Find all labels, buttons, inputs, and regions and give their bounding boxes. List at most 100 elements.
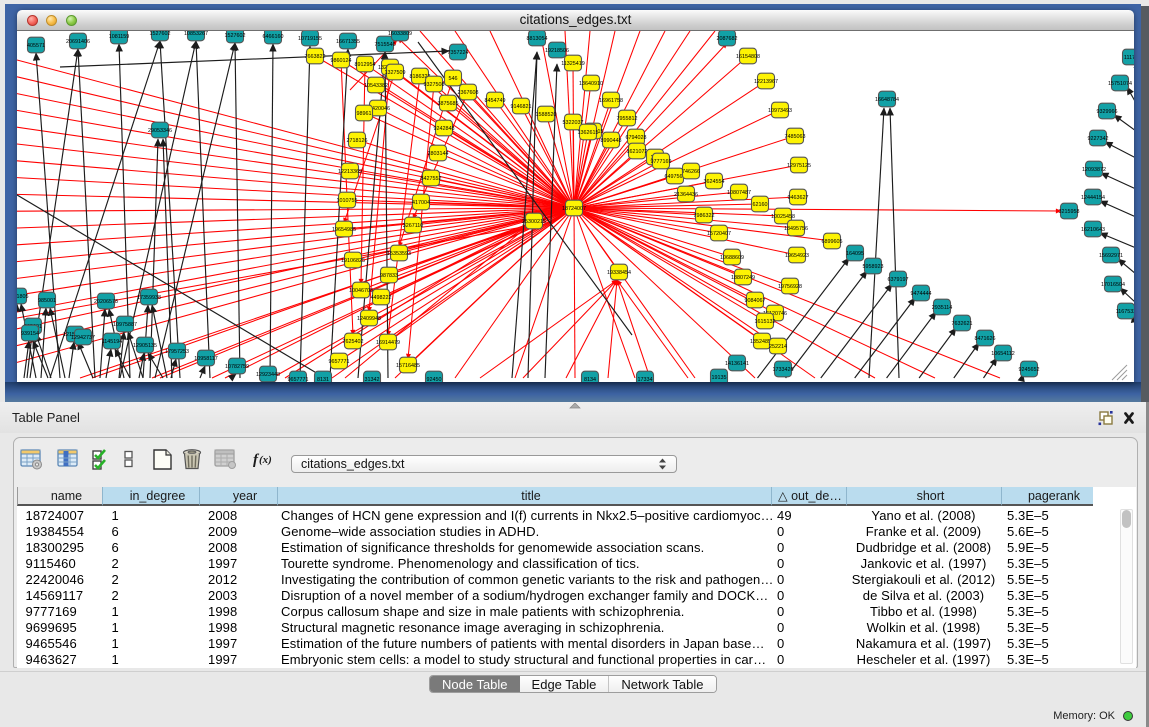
- svg-text:11325419: 11325419: [561, 61, 585, 67]
- svg-text:17334: 17334: [638, 377, 653, 382]
- svg-text:14136141: 14136141: [725, 361, 749, 367]
- svg-text:20206578: 20206578: [94, 299, 118, 305]
- svg-text:3267110: 3267110: [403, 223, 424, 229]
- svg-text:7357224: 7357224: [448, 50, 469, 56]
- svg-text:9657771: 9657771: [329, 359, 350, 365]
- svg-text:1615132: 1615132: [755, 319, 776, 325]
- svg-text:1145194: 1145194: [102, 339, 123, 345]
- svg-text:6899605: 6899605: [822, 239, 843, 245]
- svg-text:939154: 939154: [21, 331, 39, 337]
- svg-text:1167532: 1167532: [1116, 309, 1134, 315]
- svg-text:10688609: 10688609: [720, 255, 744, 261]
- svg-text:9463627: 9463627: [788, 195, 809, 201]
- svg-text:3215958: 3215958: [1059, 209, 1080, 215]
- svg-text:985001: 985001: [38, 298, 56, 304]
- svg-text:19135: 19135: [712, 375, 727, 381]
- svg-text:1081159: 1081159: [109, 34, 130, 40]
- svg-text:3624554: 3624554: [704, 179, 725, 185]
- svg-text:8427552: 8427552: [421, 176, 442, 182]
- svg-text:8912954: 8912954: [355, 62, 376, 68]
- svg-text:2367608: 2367608: [458, 90, 479, 96]
- svg-text:1527602: 1527602: [150, 31, 171, 37]
- svg-text:2087682: 2087682: [717, 36, 738, 42]
- svg-text:9245652: 9245652: [1019, 367, 1040, 373]
- svg-text:19106825: 19106825: [341, 258, 365, 264]
- svg-text:10025458: 10025458: [771, 214, 795, 220]
- svg-text:16961758: 16961758: [599, 98, 623, 104]
- svg-text:9242848: 9242848: [434, 126, 455, 132]
- svg-text:546: 546: [449, 76, 458, 82]
- svg-text:6466160: 6466160: [263, 34, 284, 40]
- svg-text:9227342: 9227342: [1088, 136, 1109, 142]
- svg-text:(x): (x): [259, 454, 272, 466]
- svg-text:2803144: 2803144: [428, 151, 449, 157]
- svg-text:10654112: 10654112: [991, 351, 1015, 357]
- svg-text:9777169: 9777169: [651, 159, 672, 165]
- svg-text:98961: 98961: [357, 111, 372, 117]
- svg-text:16210643: 16210643: [1081, 227, 1105, 233]
- svg-text:10853267: 10853267: [184, 31, 208, 37]
- svg-text:15716485: 15716485: [396, 363, 420, 369]
- svg-text:13640910: 13640910: [579, 81, 603, 87]
- svg-text:164095: 164095: [846, 251, 864, 257]
- svg-text:29053346: 29053346: [148, 128, 172, 134]
- svg-text:12093872: 12093872: [1082, 167, 1106, 173]
- svg-text:10543382: 10543382: [364, 83, 388, 89]
- svg-text:10719155: 10719155: [298, 36, 322, 42]
- svg-text:17957253: 17957253: [165, 349, 189, 355]
- svg-text:9860124: 9860124: [331, 58, 352, 64]
- svg-text:7515546: 7515546: [375, 42, 396, 48]
- svg-text:15720407: 15720407: [707, 231, 731, 237]
- svg-text:1621072: 1621072: [627, 149, 648, 155]
- svg-text:9146821: 9146821: [511, 104, 532, 110]
- svg-text:6794028: 6794028: [626, 135, 647, 141]
- svg-text:15692971: 15692971: [1099, 253, 1123, 259]
- svg-text:21364436: 21364436: [674, 192, 698, 198]
- svg-text:62160: 62160: [753, 202, 768, 208]
- svg-text:1588520: 1588520: [536, 112, 557, 118]
- svg-text:417004: 417004: [412, 200, 430, 206]
- svg-text:11172: 11172: [1124, 55, 1134, 61]
- svg-text:8471626: 8471626: [975, 336, 996, 342]
- svg-text:9084067: 9084067: [745, 298, 766, 304]
- svg-text:25300215: 25300215: [522, 219, 546, 225]
- svg-text:7955812: 7955812: [617, 116, 638, 122]
- svg-text:10782759: 10782759: [225, 364, 249, 370]
- svg-text:16033809: 16033809: [388, 31, 412, 37]
- svg-text:2935114: 2935114: [932, 305, 953, 311]
- svg-text:15353593: 15353593: [387, 251, 411, 257]
- svg-text:12923448: 12923448: [256, 372, 280, 378]
- svg-text:7632621: 7632621: [952, 321, 973, 327]
- svg-text:7986322: 7986322: [694, 213, 715, 219]
- svg-text:12213369: 12213369: [338, 169, 362, 175]
- svg-text:7663822: 7663822: [305, 54, 326, 60]
- svg-text:20691406: 20691406: [66, 39, 90, 45]
- svg-text:2718126: 2718126: [347, 138, 368, 144]
- svg-text:19338454: 19338454: [607, 270, 631, 276]
- svg-text:9474444: 9474444: [911, 291, 932, 297]
- svg-text:17359938: 17359938: [137, 295, 161, 301]
- svg-text:12975125: 12975125: [787, 163, 811, 169]
- svg-text:12905135: 12905135: [133, 343, 157, 349]
- svg-text:6379197: 6379197: [888, 277, 909, 283]
- svg-text:18724007: 18724007: [562, 206, 586, 212]
- svg-text:18495756: 18495756: [784, 226, 808, 232]
- svg-text:252214: 252214: [769, 344, 787, 350]
- svg-text:7485063: 7485063: [785, 134, 806, 140]
- svg-text:10973493: 10973493: [768, 108, 792, 114]
- svg-text:746266: 746266: [682, 169, 700, 175]
- svg-text:10958117: 10958117: [194, 356, 218, 362]
- svg-text:2061805: 2061805: [17, 294, 29, 300]
- svg-text:1010755: 1010755: [337, 198, 358, 204]
- svg-text:5958923: 5958923: [863, 264, 884, 270]
- svg-text:31342: 31342: [365, 377, 380, 382]
- svg-text:16671355: 16671355: [336, 39, 360, 45]
- svg-text:12444154: 12444154: [1081, 195, 1105, 201]
- svg-text:19756928: 19756928: [778, 284, 802, 290]
- svg-text:10046708: 10046708: [349, 288, 373, 294]
- svg-text:9327508: 9327508: [424, 82, 445, 88]
- svg-text:4498222: 4498222: [371, 295, 392, 301]
- svg-text:1527602: 1527602: [225, 33, 246, 39]
- svg-text:12409948: 12409948: [357, 316, 381, 322]
- svg-text:12213967: 12213967: [754, 79, 778, 85]
